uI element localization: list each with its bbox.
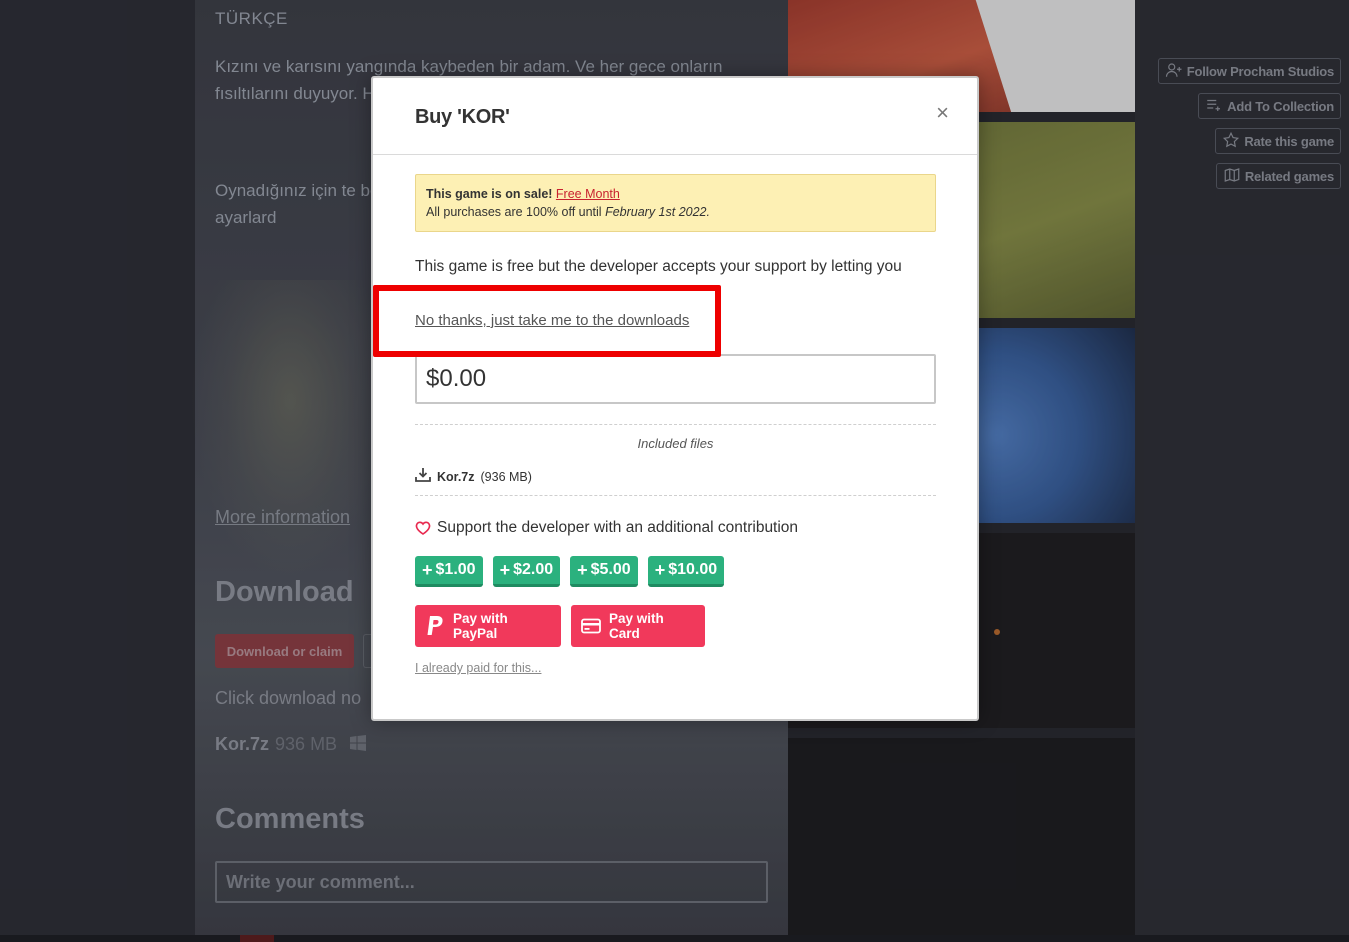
included-file-size: (936 MB) [480, 470, 532, 484]
pay-with-card-button[interactable]: Pay with Card [571, 605, 705, 647]
support-text: Support the developer with an additional… [437, 519, 799, 536]
tip-button-5[interactable]: + $5.00 [570, 556, 638, 587]
heart-icon [415, 520, 431, 536]
divider [415, 424, 936, 425]
buy-dialog: Buy 'KOR' × This game is on sale! Free M… [371, 76, 979, 721]
download-icon [415, 467, 431, 487]
support-developer-row: Support the developer with an additional… [415, 519, 798, 537]
tip-button-10[interactable]: + $10.00 [647, 556, 725, 587]
tip-button-1[interactable]: + $1.00 [415, 556, 483, 587]
included-file-name: Kor.7z [437, 470, 475, 484]
sale-notice: This game is on sale! Free Month All pur… [415, 174, 936, 232]
tip-amount: $10.00 [668, 561, 718, 578]
close-icon[interactable]: × [936, 100, 949, 126]
card-label: Pay with Card [609, 611, 664, 641]
free-game-description: This game is free but the developer acce… [415, 258, 902, 275]
dialog-title: Buy 'KOR' [415, 106, 510, 128]
plus-icon: + [654, 560, 666, 580]
sale-link[interactable]: Free Month [556, 187, 620, 201]
plus-icon: + [577, 560, 588, 580]
tip-buttons: + $1.00 + $2.00 + $5.00 + $10.00 [415, 556, 725, 587]
tip-amount: $2.00 [513, 561, 554, 578]
divider [415, 495, 936, 496]
tip-amount: $5.00 [590, 561, 631, 578]
included-files-label: Included files [637, 436, 714, 451]
pay-with-paypal-button[interactable]: Pay with PayPal [415, 605, 561, 647]
sale-heading: This game is on sale! [426, 187, 553, 201]
tip-amount: $1.00 [435, 561, 476, 578]
sale-end-date: February 1st 2022. [605, 205, 710, 219]
tip-button-2[interactable]: + $2.00 [492, 556, 561, 587]
sale-text: All purchases are 100% off until [426, 205, 602, 219]
no-thanks-download-link[interactable]: No thanks, just take me to the downloads [415, 312, 689, 329]
plus-icon: + [499, 560, 511, 580]
plus-icon: + [422, 560, 433, 580]
dialog-header: Buy 'KOR' × [373, 78, 977, 155]
amount-input[interactable] [415, 354, 936, 404]
paypal-label: Pay with PayPal [453, 611, 508, 641]
payment-buttons: Pay with PayPal Pay with Card [415, 605, 705, 647]
paypal-icon [425, 615, 445, 637]
included-file: Kor.7z (936 MB) [415, 467, 532, 487]
credit-card-icon [581, 618, 601, 634]
already-paid-link[interactable]: I already paid for this... [415, 661, 541, 675]
